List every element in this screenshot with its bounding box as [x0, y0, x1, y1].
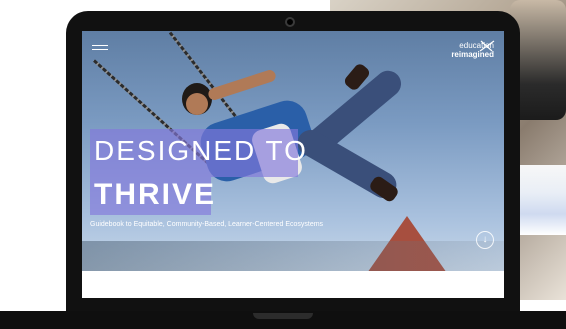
- page-title-line1: DESIGNED TO: [94, 135, 308, 166]
- kid-face: [186, 93, 208, 115]
- camera-icon: [285, 17, 295, 27]
- scroll-down-button[interactable]: ↓: [476, 231, 494, 249]
- page-subtitle: Guidebook to Equitable, Community-Based,…: [90, 221, 324, 228]
- brand-logo[interactable]: education reimagined: [451, 40, 495, 59]
- arrow-down-icon: ↓: [482, 234, 488, 245]
- menu-line: [92, 45, 108, 46]
- page-title-line2: THRIVE: [94, 178, 217, 211]
- screen-content-bottom: [82, 271, 504, 298]
- kid-arm: [206, 68, 278, 102]
- x-mark-icon: [479, 40, 495, 52]
- hamburger-menu-icon[interactable]: [92, 45, 108, 55]
- laptop-screen: education reimagined DESIGNED TO THRIVE …: [82, 31, 504, 298]
- menu-line: [92, 49, 108, 50]
- laptop-notch: [253, 313, 313, 319]
- playset-structure: [82, 241, 504, 271]
- background-papers: [520, 165, 566, 235]
